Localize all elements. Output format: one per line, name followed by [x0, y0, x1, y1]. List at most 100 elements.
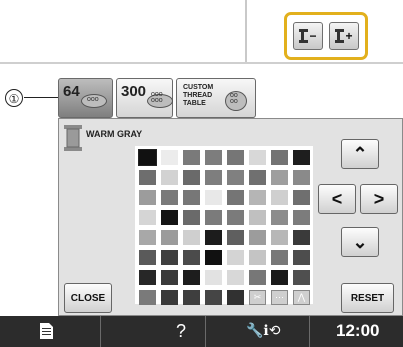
color-swatch[interactable]: [183, 190, 200, 205]
color-swatch[interactable]: [227, 290, 244, 305]
color-swatch[interactable]: [271, 210, 288, 225]
tab-custom-thread-table[interactable]: CUSTOM THREAD TABLE oo oo: [176, 78, 256, 118]
color-swatch[interactable]: [227, 250, 244, 265]
tab-64-colors[interactable]: 64 ooo: [58, 78, 113, 118]
color-swatch[interactable]: [183, 170, 200, 185]
color-swatch[interactable]: [227, 270, 244, 285]
help-icon[interactable]: ?: [176, 321, 186, 342]
color-swatch[interactable]: [293, 170, 310, 185]
divider: [0, 62, 403, 64]
color-swatch[interactable]: [139, 250, 156, 265]
color-swatch[interactable]: [249, 250, 266, 265]
scroll-right-button[interactable]: >: [360, 184, 398, 214]
color-swatch[interactable]: [271, 230, 288, 245]
color-swatch[interactable]: [205, 210, 222, 225]
color-swatch[interactable]: [161, 170, 178, 185]
tab-label: 64: [63, 83, 80, 100]
color-swatch[interactable]: [271, 190, 288, 205]
color-swatch[interactable]: [139, 170, 156, 185]
color-swatch[interactable]: [205, 150, 222, 165]
color-swatch[interactable]: [183, 150, 200, 165]
color-swatch[interactable]: [293, 230, 310, 245]
color-swatch[interactable]: [161, 250, 178, 265]
divider: [205, 316, 206, 347]
color-swatch[interactable]: [183, 230, 200, 245]
color-swatch[interactable]: [161, 270, 178, 285]
color-swatch[interactable]: [205, 190, 222, 205]
spool-icon: [299, 29, 309, 43]
color-swatch[interactable]: [205, 290, 222, 305]
color-swatch[interactable]: [205, 270, 222, 285]
color-swatch[interactable]: [139, 230, 156, 245]
color-swatch[interactable]: [205, 170, 222, 185]
color-swatch[interactable]: [161, 230, 178, 245]
color-swatch[interactable]: [249, 190, 266, 205]
color-swatch[interactable]: [227, 150, 244, 165]
color-swatch[interactable]: [293, 210, 310, 225]
plus-label: +: [345, 29, 353, 43]
color-swatch[interactable]: [183, 270, 200, 285]
tab-300-colors[interactable]: 300 ooo ooo: [116, 78, 173, 118]
scroll-up-button[interactable]: ⌃: [341, 139, 379, 169]
color-swatch[interactable]: [249, 210, 266, 225]
zigzag-icon[interactable]: ⋀: [293, 290, 310, 305]
settings-icon[interactable]: 🔧ℹ⟲: [246, 322, 280, 339]
tab-label: 300: [121, 83, 147, 100]
color-swatch[interactable]: [161, 190, 178, 205]
color-swatch[interactable]: [271, 270, 288, 285]
color-swatch[interactable]: [139, 210, 156, 225]
callout-line: [24, 97, 58, 98]
dots-icon: ooo ooo: [151, 91, 163, 104]
callout-number: ①: [5, 89, 23, 107]
thread-color-name: WARM GRAY: [86, 129, 143, 139]
color-swatch[interactable]: [249, 170, 266, 185]
color-swatch[interactable]: [249, 230, 266, 245]
color-swatch[interactable]: [205, 230, 222, 245]
scroll-left-button[interactable]: <: [318, 184, 356, 214]
color-swatch[interactable]: [183, 250, 200, 265]
color-swatch[interactable]: [271, 150, 288, 165]
chevron-down-icon: ⌄: [352, 231, 368, 252]
color-swatch[interactable]: [227, 190, 244, 205]
divider: [100, 316, 101, 347]
color-swatch[interactable]: [293, 270, 310, 285]
color-swatch[interactable]: [138, 149, 157, 166]
color-swatch[interactable]: [183, 210, 200, 225]
color-swatch[interactable]: [249, 270, 266, 285]
dashes-icon[interactable]: ⋯: [271, 290, 288, 305]
color-swatch[interactable]: [271, 250, 288, 265]
color-swatch[interactable]: [227, 230, 244, 245]
color-swatch[interactable]: [161, 210, 178, 225]
color-swatch[interactable]: [161, 150, 178, 165]
chevron-left-icon: <: [331, 188, 343, 209]
color-swatch[interactable]: [227, 170, 244, 185]
color-swatch[interactable]: [161, 290, 178, 305]
divider: [245, 0, 247, 62]
tab-label: CUSTOM THREAD TABLE: [183, 84, 214, 107]
close-button[interactable]: CLOSE: [64, 283, 112, 313]
scissors-icon[interactable]: ✂: [249, 290, 266, 305]
color-swatch[interactable]: [293, 250, 310, 265]
chevron-right-icon: >: [373, 188, 385, 209]
color-swatch[interactable]: [139, 190, 156, 205]
document-icon[interactable]: [40, 323, 53, 339]
color-swatch[interactable]: [271, 170, 288, 185]
spool-icon: [335, 29, 345, 43]
dots-icon: ooo: [87, 96, 99, 103]
color-swatch[interactable]: [227, 210, 244, 225]
color-swatch[interactable]: [205, 250, 222, 265]
color-swatch[interactable]: [293, 150, 310, 165]
dots-icon: oo oo: [230, 92, 238, 105]
color-swatch[interactable]: [183, 290, 200, 305]
clock: 12:00: [336, 321, 380, 340]
color-swatch[interactable]: [139, 290, 156, 305]
color-swatch[interactable]: [293, 190, 310, 205]
scroll-down-button[interactable]: ⌄: [341, 227, 379, 257]
color-swatch[interactable]: [249, 150, 266, 165]
spool-decrease-button[interactable]: −: [293, 22, 323, 50]
reset-button[interactable]: RESET: [341, 283, 394, 313]
minus-label: −: [309, 29, 317, 43]
divider: [309, 316, 310, 347]
spool-increase-button[interactable]: +: [329, 22, 359, 50]
color-swatch[interactable]: [139, 270, 156, 285]
